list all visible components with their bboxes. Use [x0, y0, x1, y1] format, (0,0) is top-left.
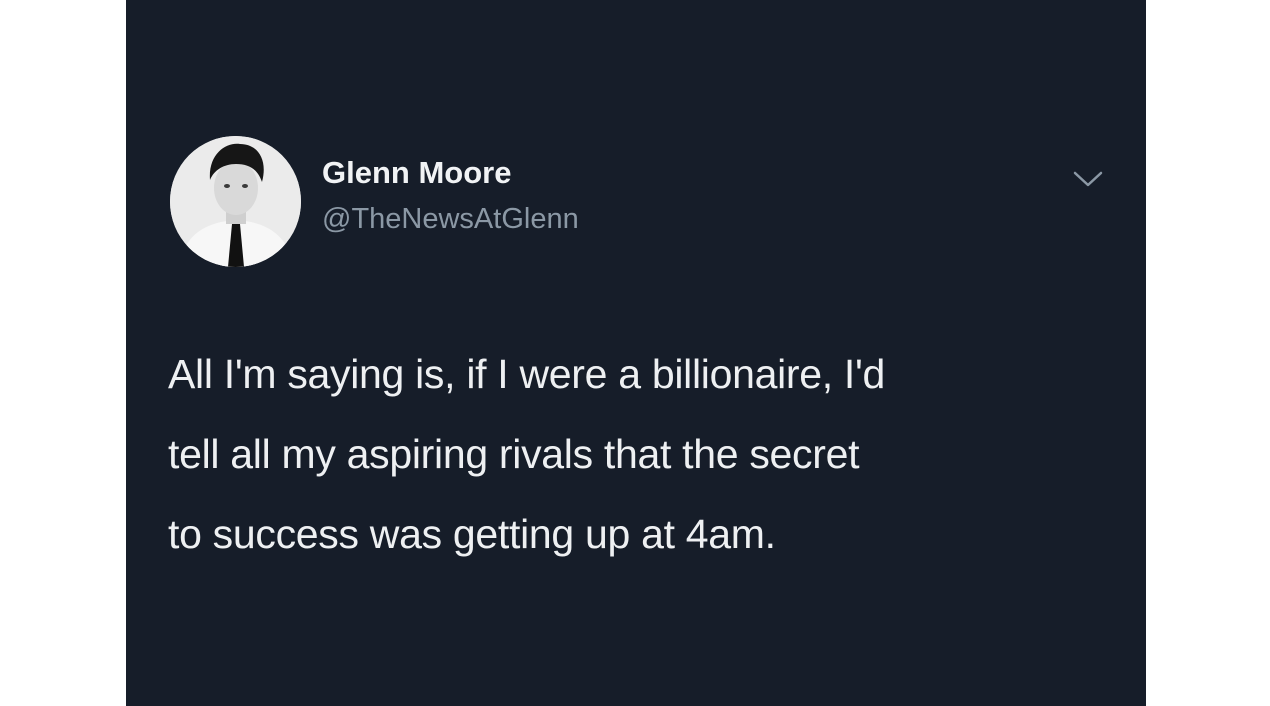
page: Glenn Moore @TheNewsAtGlenn All I'm sayi…	[0, 0, 1270, 706]
tweet-card: Glenn Moore @TheNewsAtGlenn All I'm sayi…	[126, 0, 1146, 706]
tweet-text-line: tell all my aspiring rivals that the sec…	[168, 431, 860, 477]
avatar[interactable]	[170, 136, 301, 267]
tweet-text-line: All I'm saying is, if I were a billionai…	[168, 351, 886, 397]
chevron-down-icon[interactable]	[1070, 166, 1106, 192]
display-name[interactable]: Glenn Moore	[322, 155, 511, 191]
avatar-photo	[170, 136, 301, 267]
tweet-text-line: to success was getting up at 4am.	[168, 511, 776, 557]
tweet-text: All I'm saying is, if I were a billionai…	[168, 334, 1098, 574]
user-handle[interactable]: @TheNewsAtGlenn	[322, 203, 579, 236]
